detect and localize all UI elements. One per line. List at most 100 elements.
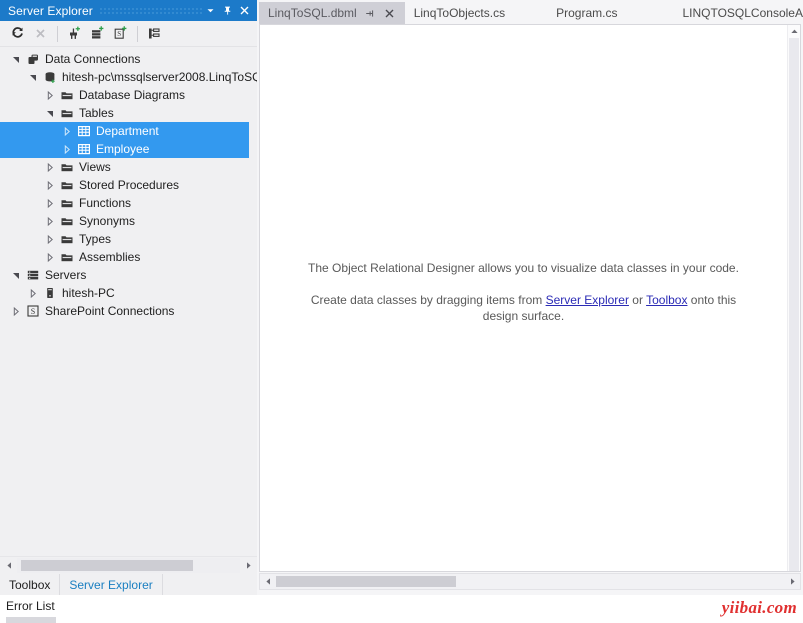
expander-collapsed-icon[interactable]	[42, 86, 57, 104]
expander-collapsed-icon[interactable]	[25, 284, 40, 302]
designer-vertical-scrollbar[interactable]	[787, 25, 800, 571]
scroll-left-icon[interactable]	[1, 558, 17, 573]
expander-collapsed-icon[interactable]	[59, 122, 74, 140]
scroll-up-icon[interactable]	[788, 25, 800, 38]
folder-icon	[57, 248, 76, 266]
tree-node-employee[interactable]: Employee	[0, 140, 249, 158]
tree-node-functions[interactable]: Functions	[0, 194, 249, 212]
document-area: LinqToSQL.dbml LinqToObjects.cs Program.cs…	[257, 0, 803, 595]
error-list-tab[interactable]: Error List	[6, 599, 55, 613]
or-designer-window[interactable]: The Object Relational Designer allows yo…	[259, 24, 801, 572]
panel-title: Server Explorer	[8, 4, 99, 18]
tree-node-servers[interactable]: Servers	[0, 266, 249, 284]
chevron-down-icon[interactable]	[202, 2, 219, 19]
sharepoint-icon: S	[23, 302, 42, 320]
document-tab-program-cs[interactable]: Program.cs	[547, 2, 625, 24]
tree-node-label: hitesh-PC	[59, 284, 115, 302]
expander-collapsed-icon[interactable]	[42, 194, 57, 212]
folder-icon	[57, 176, 76, 194]
folder-icon	[57, 194, 76, 212]
doc-scroll-track[interactable]	[276, 574, 784, 589]
document-tab-linqtosqlconsoleapp[interactable]: LINQTOSQLConsoleApp*	[673, 2, 803, 24]
designer-hint-secondary: Create data classes by dragging items fr…	[295, 292, 753, 324]
server-machine-icon	[40, 284, 59, 302]
folder-icon	[57, 158, 76, 176]
pin-icon[interactable]	[219, 2, 236, 19]
server-explorer-link[interactable]: Server Explorer	[546, 293, 629, 307]
document-tab-label: LinqToSQL.dbml	[268, 2, 357, 24]
tree-node-label: Types	[76, 230, 111, 248]
tree-node-label: Views	[76, 158, 111, 176]
svg-text:S: S	[117, 30, 121, 38]
close-icon[interactable]	[236, 2, 253, 19]
tree-node-types[interactable]: Types	[0, 230, 249, 248]
document-tab-label: LINQTOSQLConsoleApp*	[682, 2, 803, 24]
expander-collapsed-icon[interactable]	[42, 230, 57, 248]
expander-expanded-icon[interactable]	[8, 50, 23, 68]
servers-icon	[23, 266, 42, 284]
tree-node-assemblies[interactable]: Assemblies	[0, 248, 249, 266]
panel-scroll-thumb[interactable]	[21, 560, 193, 571]
tree-node-hitesh-pc-mssqlserver2008-linqtosql[interactable]: hitesh-pc\mssqlserver2008.LinqToSQL	[0, 68, 249, 86]
expander-expanded-icon[interactable]	[8, 266, 23, 284]
designer-hint-primary: The Object Relational Designer allows yo…	[308, 261, 739, 275]
dock-tab-toolbox[interactable]: Toolbox	[0, 574, 60, 595]
refresh-icon[interactable]	[6, 23, 28, 45]
tree-node-database-diagrams[interactable]: Database Diagrams	[0, 86, 249, 104]
connect-to-database-icon[interactable]	[63, 23, 85, 45]
tree-node-sharepoint-connections[interactable]: SSharePoint Connections	[0, 302, 249, 320]
expander-collapsed-icon[interactable]	[42, 248, 57, 266]
document-tab-linqtoobjects-cs[interactable]: LinqToObjects.cs	[405, 2, 513, 24]
toolbox-link[interactable]: Toolbox	[646, 293, 687, 307]
designer-vscroll-track[interactable]	[789, 38, 799, 571]
doc-scroll-right-icon[interactable]	[784, 574, 800, 589]
tree-node-synonyms[interactable]: Synonyms	[0, 212, 249, 230]
document-tabstrip: LinqToSQL.dbml LinqToObjects.cs Program.cs…	[257, 0, 803, 24]
panel-scroll-track[interactable]	[17, 558, 240, 573]
table-icon	[74, 122, 93, 140]
expander-collapsed-icon[interactable]	[42, 176, 57, 194]
folder-icon	[57, 230, 76, 248]
table-icon	[74, 140, 93, 158]
database-icon	[40, 68, 59, 86]
expander-collapsed-icon[interactable]	[8, 302, 23, 320]
scroll-right-icon[interactable]	[240, 558, 256, 573]
tree-node-data-connections[interactable]: Data Connections	[0, 50, 249, 68]
expander-expanded-icon[interactable]	[42, 104, 57, 122]
tree-node-label: Database Diagrams	[76, 86, 185, 104]
hint-text-before: Create data classes by dragging items fr…	[311, 293, 546, 307]
tree-node-tables[interactable]: Tables	[0, 104, 249, 122]
tree-node-label: Department	[93, 122, 159, 140]
dock-tab-server-explorer[interactable]: Server Explorer	[60, 574, 162, 595]
or-designer-surface[interactable]: The Object Relational Designer allows yo…	[260, 25, 787, 571]
object-hierarchy-icon[interactable]	[143, 23, 165, 45]
svg-text:S: S	[30, 307, 34, 316]
expander-collapsed-icon[interactable]	[42, 212, 57, 230]
titlebar-grip	[99, 6, 202, 16]
tab-pin-icon[interactable]	[362, 6, 377, 21]
document-tab-linqtosql-dbml[interactable]: LinqToSQL.dbml	[259, 2, 405, 24]
document-tab-label: LinqToObjects.cs	[414, 2, 505, 24]
tree-node-stored-procedures[interactable]: Stored Procedures	[0, 176, 249, 194]
designer-horizontal-scrollbar[interactable]	[259, 573, 801, 590]
expander-expanded-icon[interactable]	[25, 68, 40, 86]
tree-node-label: Stored Procedures	[76, 176, 179, 194]
doc-scroll-left-icon[interactable]	[260, 574, 276, 589]
tree-node-hitesh-pc[interactable]: hitesh-PC	[0, 284, 249, 302]
panel-horizontal-scrollbar[interactable]	[0, 556, 257, 574]
expander-collapsed-icon[interactable]	[42, 158, 57, 176]
tree-node-label: Assemblies	[76, 248, 140, 266]
server-explorer-tree: Data Connectionshitesh-pc\mssqlserver200…	[0, 50, 249, 556]
visual-studio-window: Server Explorer	[0, 0, 803, 623]
doc-scroll-thumb[interactable]	[276, 576, 456, 587]
tree-node-views[interactable]: Views	[0, 158, 249, 176]
tree-node-label: Data Connections	[42, 50, 140, 68]
server-explorer-tree-scroll[interactable]: Data Connectionshitesh-pc\mssqlserver200…	[0, 47, 257, 556]
tree-node-department[interactable]: Department	[0, 122, 249, 140]
tab-close-icon[interactable]	[382, 6, 397, 21]
connect-to-server-icon[interactable]	[86, 23, 108, 45]
toolbar-separator-2	[137, 26, 138, 42]
expander-collapsed-icon[interactable]	[59, 140, 74, 158]
add-sharepoint-connection-icon[interactable]: S	[109, 23, 131, 45]
folder-icon	[57, 212, 76, 230]
